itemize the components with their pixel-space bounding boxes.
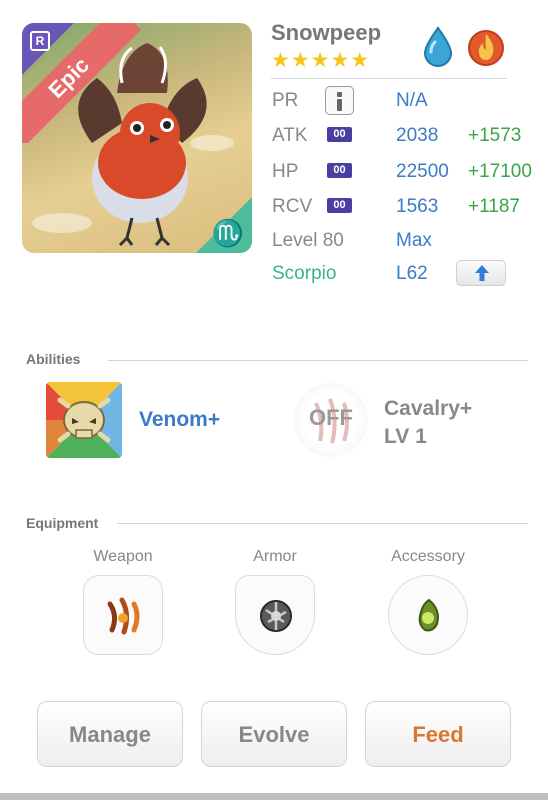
rcv-bonus: +1187	[468, 196, 520, 217]
rcv-value: 1563	[396, 196, 439, 217]
scorpio-icon: ♏	[211, 218, 244, 248]
armor-slot[interactable]	[235, 575, 315, 655]
ability-venom-name[interactable]: Venom+	[139, 408, 220, 432]
pr-value: N/A	[396, 90, 428, 111]
monster-name: Snowpeep	[271, 20, 382, 45]
hp-bonus: +17100	[468, 161, 532, 182]
abilities-divider	[108, 360, 528, 361]
header-divider	[271, 78, 507, 79]
ability-cavalry-level: LV 1	[384, 425, 427, 448]
ability-cavalry-toggle[interactable]: OFF	[294, 383, 368, 457]
equipment-title: Equipment	[26, 515, 99, 531]
rcv-label: RCV	[272, 196, 313, 217]
fire-icon	[468, 30, 504, 66]
leaf-gem-icon	[418, 598, 439, 632]
zodiac-level: L62	[396, 263, 428, 284]
zodiac-upgrade-button[interactable]	[456, 260, 506, 286]
skull-icon	[46, 382, 122, 458]
hp-label: HP	[272, 161, 299, 182]
info-icon[interactable]	[325, 86, 354, 115]
zodiac-label: Scorpio	[272, 263, 337, 284]
pr-label: PR	[272, 90, 299, 111]
atk-bonus: +1573	[468, 125, 522, 146]
weapon-slot[interactable]	[83, 575, 163, 655]
manage-button[interactable]: Manage	[37, 701, 183, 767]
ability-off-label: OFF	[309, 405, 353, 430]
atk-label: ATK	[272, 125, 308, 146]
claw-weapon-icon	[107, 597, 140, 635]
evolve-button[interactable]: Evolve	[201, 701, 347, 767]
atk-plus-tag: 00	[327, 127, 352, 142]
abilities-title: Abilities	[26, 351, 81, 367]
hp-value: 22500	[396, 161, 449, 182]
arrow-up-icon	[475, 265, 489, 281]
monster-portrait[interactable]: Epic R ♏	[22, 23, 252, 253]
accessory-slot[interactable]	[388, 575, 468, 655]
rarity-badge-icon: R	[30, 31, 50, 51]
water-drop-icon	[423, 26, 453, 67]
hp-plus-tag: 00	[327, 163, 352, 178]
star-rating: ★★★★★	[271, 49, 371, 72]
ability-cavalry-name: Cavalry+	[384, 397, 473, 420]
weapon-label: Weapon	[93, 548, 153, 565]
atk-value: 2038	[396, 125, 439, 146]
accessory-label: Accessory	[391, 548, 465, 565]
rcv-plus-tag: 00	[327, 198, 352, 213]
metal-armor-icon	[260, 600, 292, 632]
armor-label: Armor	[253, 548, 297, 565]
equipment-divider	[117, 523, 528, 524]
ability-venom[interactable]	[46, 382, 122, 458]
bottom-edge-bar	[0, 793, 548, 800]
feed-button[interactable]: Feed	[365, 701, 511, 767]
level-value: Max	[396, 230, 432, 251]
level-label: Level 80	[272, 230, 344, 251]
